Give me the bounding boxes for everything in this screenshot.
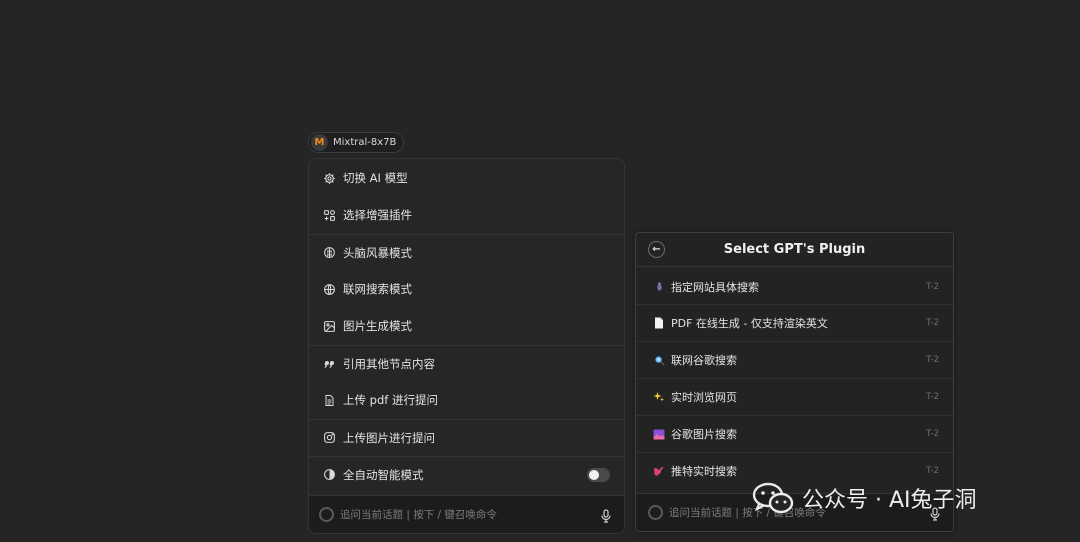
plugin-panel-title: Select GPT's Plugin (723, 242, 866, 257)
image-icon (322, 319, 336, 333)
menu-item-label: 引用其他节点内容 (343, 356, 435, 371)
gear-icon (322, 171, 336, 185)
menu-item-label: 选择增强插件 (343, 208, 412, 222)
plugin-shortcut: T-2 (926, 392, 939, 402)
document-icon (322, 393, 336, 407)
menu-item-label: 上传 pdf 进行提问 (343, 393, 438, 407)
globe-icon (322, 282, 336, 296)
menu-item-quote-node[interactable]: 引用其他节点内容 (309, 345, 624, 381)
menu-item-label: 头脑风暴模式 (343, 245, 412, 260)
mixtral-logo-icon: M (311, 134, 328, 151)
spider-emoji-icon (653, 281, 665, 293)
menu-item-label: 联网搜索模式 (343, 282, 412, 296)
plugin-item-label: 指定网站具体搜索 (671, 280, 759, 294)
menu-item-brainstorm[interactable]: 头脑风暴模式 (309, 234, 624, 270)
plugin-item-label: 推特实时搜索 (671, 465, 737, 478)
plugin-item-label: 谷歌图片搜索 (671, 428, 737, 441)
plugin-item-pdf-gen[interactable]: PDF 在线生成 - 仅支持渲染英文 T-2 (636, 304, 953, 341)
menu-item-web-search[interactable]: 联网搜索模式 (309, 271, 624, 307)
plugin-panel-header: ← Select GPT's Plugin (636, 233, 953, 267)
plugin-shortcut: T-2 (926, 429, 939, 439)
microphone-icon[interactable] (600, 508, 612, 523)
menu-item-select-plugin[interactable]: 选择增强插件 (309, 197, 624, 233)
plugin-item-browse-web[interactable]: 实时浏览网页 T-2 (636, 378, 953, 415)
menu-item-upload-image[interactable]: 上传图片进行提问 (309, 419, 624, 455)
watermark-text: 公众号 · AI兔子洞 (802, 488, 977, 513)
command-menu: 切换 AI 模型 选择增强插件 头脑风暴模式 联网搜索模式 图片生成模式 引用其… (308, 158, 625, 534)
chat-input[interactable] (340, 508, 580, 521)
plugin-item-site-search[interactable]: 指定网站具体搜索 T-2 (636, 268, 953, 305)
bird-emoji-icon (653, 465, 665, 477)
menu-item-label: 上传图片进行提问 (343, 430, 435, 445)
menu-item-label: 全自动智能模式 (343, 467, 424, 482)
watermark: 公众号 · AI兔子洞 (752, 480, 977, 516)
brain-icon (322, 246, 336, 260)
sparkles-emoji-icon (653, 391, 665, 403)
menu-item-upload-pdf[interactable]: 上传 pdf 进行提问 (309, 382, 624, 418)
menu-item-label: 图片生成模式 (343, 319, 412, 333)
back-button[interactable]: ← (648, 241, 665, 258)
wechat-icon (752, 481, 794, 515)
chat-input-bar (309, 495, 624, 533)
model-name: Mixtral-8x7B (333, 137, 397, 148)
status-circle-icon (648, 505, 663, 520)
plugin-grid-icon (322, 208, 336, 222)
menu-item-auto-mode[interactable]: 全自动智能模式 (309, 456, 624, 492)
auto-mode-toggle[interactable] (587, 468, 610, 482)
quote-icon (322, 357, 336, 371)
plugin-shortcut: T-2 (926, 281, 939, 292)
plugin-item-google-images[interactable]: 谷歌图片搜索 T-2 (636, 415, 953, 452)
half-circle-icon (322, 468, 336, 482)
menu-item-switch-model[interactable]: 切换 AI 模型 (309, 160, 624, 196)
plugin-item-label: 实时浏览网页 (671, 391, 737, 404)
toggle-knob (589, 470, 599, 480)
page-emoji-icon (653, 317, 665, 329)
plugin-shortcut: T-2 (926, 466, 939, 476)
plugin-shortcut: T-2 (926, 318, 939, 328)
plugin-shortcut: T-2 (926, 355, 939, 365)
instagram-icon (322, 431, 336, 445)
status-circle-icon (319, 507, 334, 522)
arrow-left-icon: ← (652, 244, 661, 255)
magnifier-emoji-icon (653, 354, 665, 366)
picture-emoji-icon (653, 428, 665, 440)
model-selector[interactable]: M Mixtral-8x7B (308, 132, 405, 153)
plugin-item-label: PDF 在线生成 - 仅支持渲染英文 (671, 317, 828, 330)
menu-item-image-gen[interactable]: 图片生成模式 (309, 308, 624, 344)
menu-item-label: 切换 AI 模型 (343, 171, 408, 185)
plugin-item-google-search[interactable]: 联网谷歌搜索 T-2 (636, 341, 953, 378)
plugin-item-label: 联网谷歌搜索 (671, 354, 737, 367)
